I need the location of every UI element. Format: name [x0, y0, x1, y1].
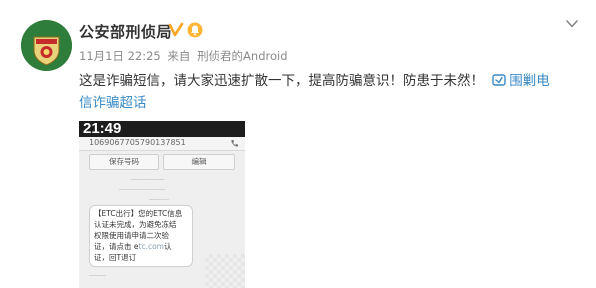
phone-status-bar: 21:49	[79, 121, 245, 137]
via-app[interactable]: 刑侦君的Android	[197, 49, 287, 63]
post-meta: 11月1日 22:25 来自 刑侦君的Android	[79, 48, 288, 64]
save-number-button: 保存号码	[89, 154, 159, 170]
faint-text-line: ──────────	[131, 177, 165, 183]
sms-bubble: 【ETC出行】您的ETC信息 认证未完成，为避免冻结 权限使用请申请二次验 证，…	[89, 205, 193, 267]
faint-text-line: ──────────────	[119, 187, 166, 193]
sms-line: 【ETC出行】您的ETC信息	[94, 209, 183, 218]
topic-link[interactable]: 围剿电	[509, 73, 550, 89]
post-text-line: 这是诈骗短信，请大家迅速扩散一下，提高防骗意识！防患于未然！	[79, 73, 484, 89]
author-avatar[interactable]	[21, 20, 72, 71]
sms-line: 证，回T退订	[94, 253, 137, 262]
sms-line-part: 认	[163, 242, 172, 251]
sms-line-part: 证，请点击 e	[94, 242, 139, 251]
member-bell-icon[interactable]	[187, 22, 203, 38]
attached-photo[interactable]: 21:49 1069067705790137851 保存号码 编辑 ──────…	[79, 121, 245, 288]
police-badge-icon	[21, 20, 72, 71]
sms-line: 认证未完成，为避免冻结	[94, 220, 177, 229]
sms-blurred-url: tc.com	[138, 242, 164, 251]
sms-sender-number: 1069067705790137851	[89, 138, 186, 147]
sms-line: 权限使用请申请二次验	[94, 231, 169, 240]
image-watermark	[205, 254, 245, 288]
author-name[interactable]: 公安部刑侦局	[79, 21, 172, 42]
verified-v-icon[interactable]	[168, 22, 184, 38]
faint-text-line: ──────	[149, 197, 169, 203]
faint-text-line: ─────	[89, 273, 106, 279]
phone-status-time: 21:49	[83, 121, 122, 137]
phone-call-icon	[231, 140, 238, 147]
chevron-down-icon[interactable]	[565, 18, 579, 30]
via-prefix: 来自	[167, 49, 191, 63]
edit-button: 编辑	[163, 154, 235, 170]
sms-sender-bar: 1069067705790137851	[79, 137, 245, 151]
topic-link-icon	[492, 74, 506, 86]
post-text: 这是诈骗短信，请大家迅速扩散一下，提高防骗意识！防患于未然！ 围剿电 信诈骗超话	[79, 70, 584, 114]
sms-action-row: 保存号码 编辑	[79, 154, 245, 174]
topic-link-continued[interactable]: 信诈骗超话	[79, 95, 147, 111]
post-time[interactable]: 11月1日 22:25	[79, 49, 161, 63]
sms-line: 证，请点击 etc.com认	[94, 241, 188, 252]
